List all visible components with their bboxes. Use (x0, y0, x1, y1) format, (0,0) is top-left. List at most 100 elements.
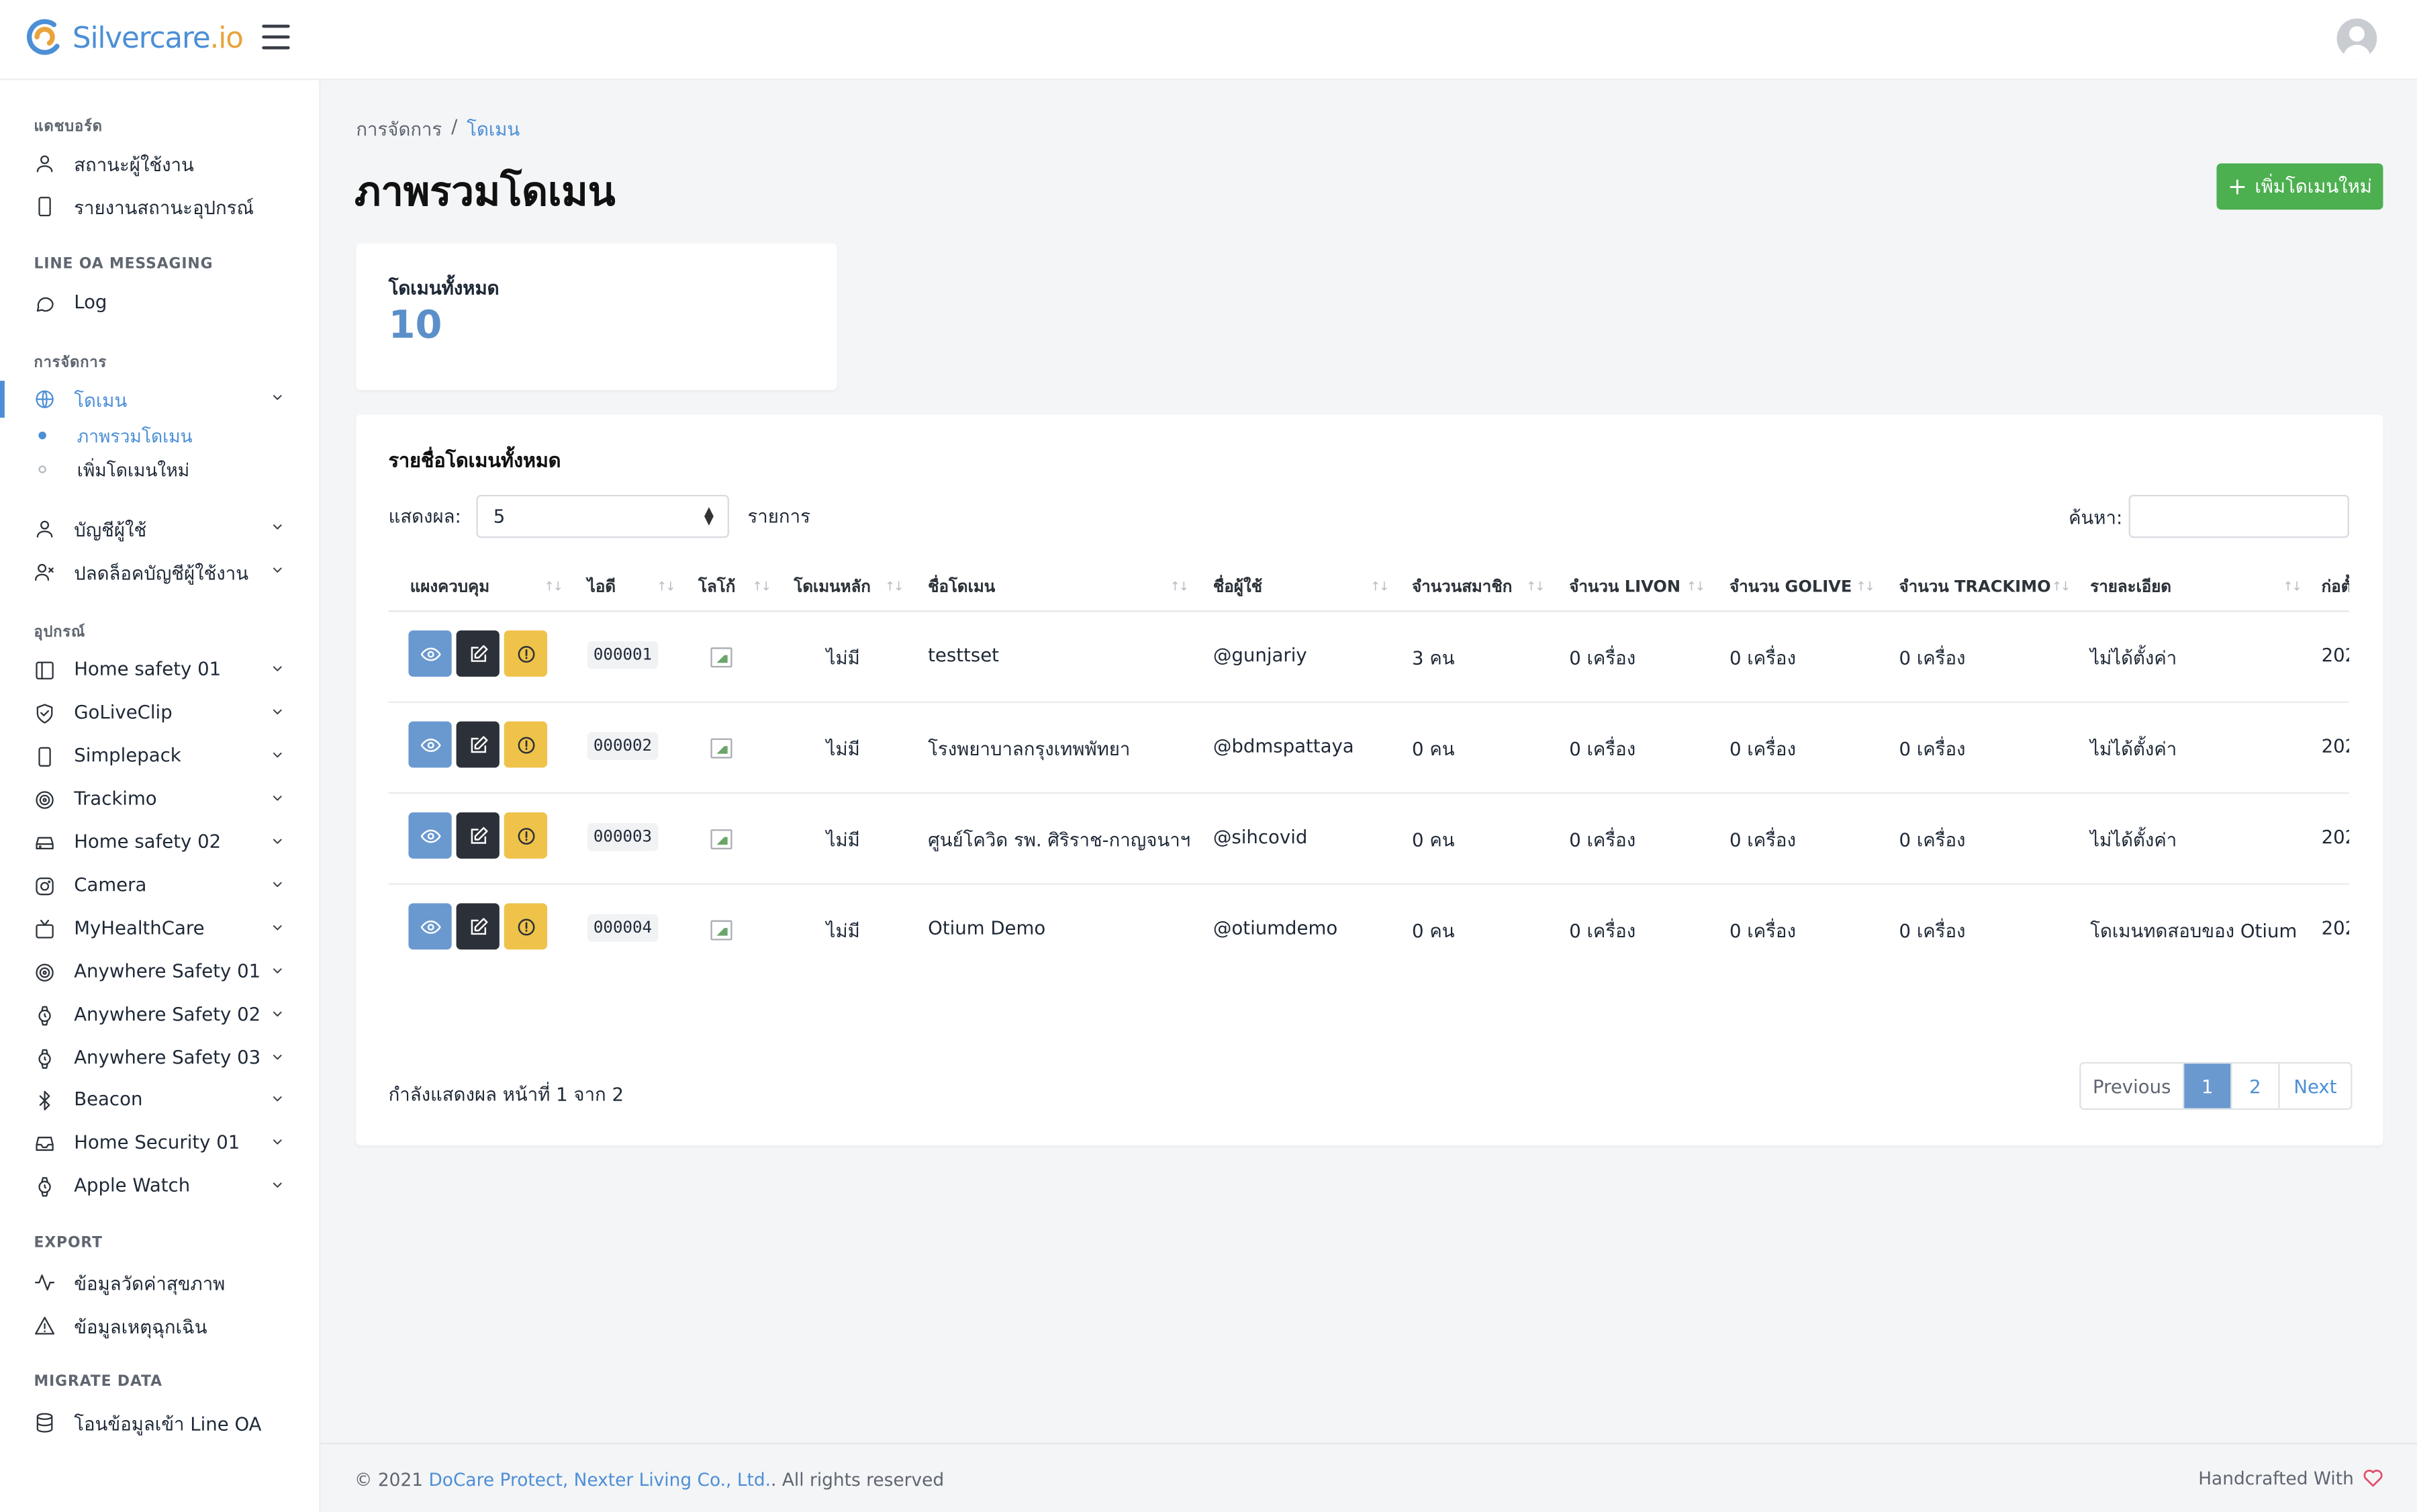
sort-icon[interactable]: ↑↓ (1856, 579, 1875, 594)
view-button[interactable] (408, 812, 452, 859)
sidebar-item-21[interactable]: ข้อมูลเหตุฉุกเฉิน (0, 1307, 321, 1344)
edit-button[interactable] (456, 812, 500, 859)
breadcrumb: การจัดการ / โดเมน (356, 115, 520, 145)
footer-copyright: © 2021 DoCare Protect, Nexter Living Co.… (354, 1469, 944, 1491)
cell-created: 202 (2321, 644, 2349, 666)
sidebar-item-line-oa[interactable]: โอนข้อมูลเข้า Line OA (0, 1405, 321, 1442)
cell-created: 202 (2321, 735, 2349, 757)
edit-button[interactable] (456, 630, 500, 677)
sidebar-item-anywhere-safety-03[interactable]: Anywhere Safety 03 (0, 1041, 321, 1078)
page-length-value: 5 (493, 506, 506, 528)
sidebar-item-log[interactable]: Log (0, 285, 321, 322)
sidebar-item-beacon[interactable]: Beacon (0, 1082, 321, 1119)
sidebar-item-6[interactable]: ปลดล็อคบัญชีผู้ใช้งาน (0, 553, 321, 590)
sidebar-item-home-security-01[interactable]: Home Security 01 (0, 1125, 321, 1162)
cell-livon: 0 เครื่อง (1569, 920, 1636, 942)
info-button[interactable] (504, 630, 548, 677)
menu-toggle-icon[interactable] (262, 24, 290, 50)
breadcrumb-current: โดเมน (467, 118, 520, 140)
cell-username: @sihcovid (1213, 826, 1308, 848)
cell-detail: โดเมนทดสอบของ Otium (2090, 920, 2297, 942)
subnav-add-domain[interactable]: เพิ่มโดเมนใหม่ (0, 455, 321, 485)
pagination-page-1[interactable]: 1 (2184, 1064, 2232, 1108)
column-header[interactable]: ชื่อโดเมน (928, 557, 995, 610)
watch-icon (34, 1048, 56, 1070)
brand-logo[interactable]: Silvercare.io (23, 15, 244, 62)
sidebar-item-myhealthcare[interactable]: MyHealthCare (0, 911, 321, 948)
sidebar-item-label: Home safety 02 (74, 831, 222, 853)
cell-domain-name: ศูนย์โควิด รพ. ศิริราช-กาญจนาฯ (928, 829, 1191, 851)
sidebar-item-5[interactable]: บัญชีผู้ใช้ (0, 510, 321, 547)
sidebar-item-trackimo[interactable]: Trackimo (0, 782, 321, 818)
sidebar-item-20[interactable]: ข้อมูลวัดค่าสุขภาพ (0, 1264, 321, 1301)
breadcrumb-parent[interactable]: การจัดการ (356, 115, 442, 145)
sidebar-item-anywhere-safety-02[interactable]: Anywhere Safety 02 (0, 997, 321, 1034)
user-avatar[interactable] (2336, 18, 2377, 59)
column-header[interactable]: แผงควบคุม (410, 557, 489, 610)
sidebar-item-goliveclip[interactable]: GoLiveClip (0, 695, 321, 732)
edit-icon (468, 644, 488, 664)
sidebar-item-anywhere-safety-01[interactable]: Anywhere Safety 01 (0, 954, 321, 991)
sidebar-item-1[interactable]: สถานะผู้ใช้งาน (0, 145, 321, 182)
column-header[interactable]: จำนวน TRACKIMO (1899, 557, 2051, 610)
sidebar-item-4[interactable]: โดเมน (0, 381, 321, 418)
chevron-down-icon (271, 564, 283, 576)
active-indicator (0, 381, 5, 418)
sidebar-item-home-safety-02[interactable]: Home safety 02 (0, 824, 321, 861)
table-row: 000001 ไม่มี testtset @gunjariy 3 คน 0 เครื่อ… (388, 612, 2349, 703)
sort-icon[interactable]: ↑↓ (1687, 579, 1706, 594)
view-button[interactable] (408, 630, 452, 677)
pagination-page-2[interactable]: 2 (2232, 1064, 2280, 1108)
column-header[interactable]: จำนวน GOLIVE (1729, 557, 1852, 610)
sort-icon[interactable]: ↑↓ (2283, 579, 2302, 594)
sidebar-item-label: โดเมน (74, 389, 128, 412)
add-domain-button[interactable]: + เพิ่มโดเมนใหม่ (2216, 163, 2383, 210)
nav-section-heading: EXPORT (34, 1235, 103, 1252)
company-link[interactable]: DoCare Protect, Nexter Living Co., Ltd. (428, 1469, 771, 1491)
edit-button[interactable] (456, 721, 500, 768)
column-header[interactable]: จำนวน LIVON (1569, 557, 1680, 610)
column-header[interactable]: รายละเอียด (2090, 557, 2171, 610)
cell-detail: ไม่ได้ตั้งค่า (2090, 647, 2177, 669)
sidebar-item-2[interactable]: รายงานสถานะอุปกรณ์ (0, 188, 321, 225)
sidebar-item-simplepack[interactable]: Simplepack (0, 739, 321, 775)
column-header[interactable]: ไอดี (587, 557, 616, 610)
page-length-select[interactable]: 5 ▲ ▼ (476, 494, 729, 538)
sort-icon[interactable]: ↑↓ (1526, 579, 1546, 594)
sort-icon[interactable]: ↑↓ (1370, 579, 1390, 594)
column-header[interactable]: โดเมนหลัก (794, 557, 871, 610)
logo-image (710, 738, 732, 759)
sort-icon[interactable]: ↑↓ (2052, 579, 2071, 594)
sidebar-item-apple-watch[interactable]: Apple Watch (0, 1168, 321, 1205)
sidebar-item-camera[interactable]: Camera (0, 868, 321, 905)
cell-domain-name: โรงพยาบาลกรุงเทพพัทยา (928, 738, 1131, 760)
alert-circle-icon (516, 735, 536, 755)
page-title: ภาพรวมโดเมน (354, 169, 616, 216)
sidebar-item-home-safety-01[interactable]: Home safety 01 (0, 652, 321, 689)
column-header[interactable]: ก่อตั้ง (2322, 557, 2349, 610)
info-button[interactable] (504, 721, 548, 768)
search-input[interactable] (2128, 494, 2349, 538)
view-button[interactable] (408, 721, 452, 768)
sort-icon[interactable]: ↑↓ (657, 579, 676, 594)
sort-icon[interactable]: ↑↓ (544, 579, 563, 594)
info-button[interactable] (504, 812, 548, 859)
edit-button[interactable] (456, 903, 500, 950)
pagination-previous[interactable]: Previous (2081, 1064, 2185, 1108)
subnav-domain-overview[interactable]: ภาพรวมโดเมน (0, 421, 321, 452)
view-button[interactable] (408, 903, 452, 950)
pagination: Previous 1 2 Next (2079, 1061, 2353, 1111)
table-card-title: รายชื่อโดเมนทั้งหมด (388, 448, 561, 472)
column-header[interactable]: โลโก้ (698, 557, 735, 610)
sort-icon[interactable]: ↑↓ (1170, 579, 1190, 594)
sort-icon[interactable]: ↑↓ (885, 579, 904, 594)
column-header[interactable]: จำนวนสมาชิก (1412, 557, 1512, 610)
info-button[interactable] (504, 903, 548, 950)
nav-section-heading: แดชบอร์ด (34, 118, 103, 136)
column-header[interactable]: ชื่อผู้ใช้ (1213, 557, 1262, 610)
sidebar-item-label: MyHealthCare (74, 917, 205, 939)
sort-icon[interactable]: ↑↓ (752, 579, 771, 594)
pagination-next[interactable]: Next (2280, 1064, 2351, 1108)
edit-icon (468, 735, 488, 755)
cell-livon: 0 เครื่อง (1569, 829, 1636, 851)
